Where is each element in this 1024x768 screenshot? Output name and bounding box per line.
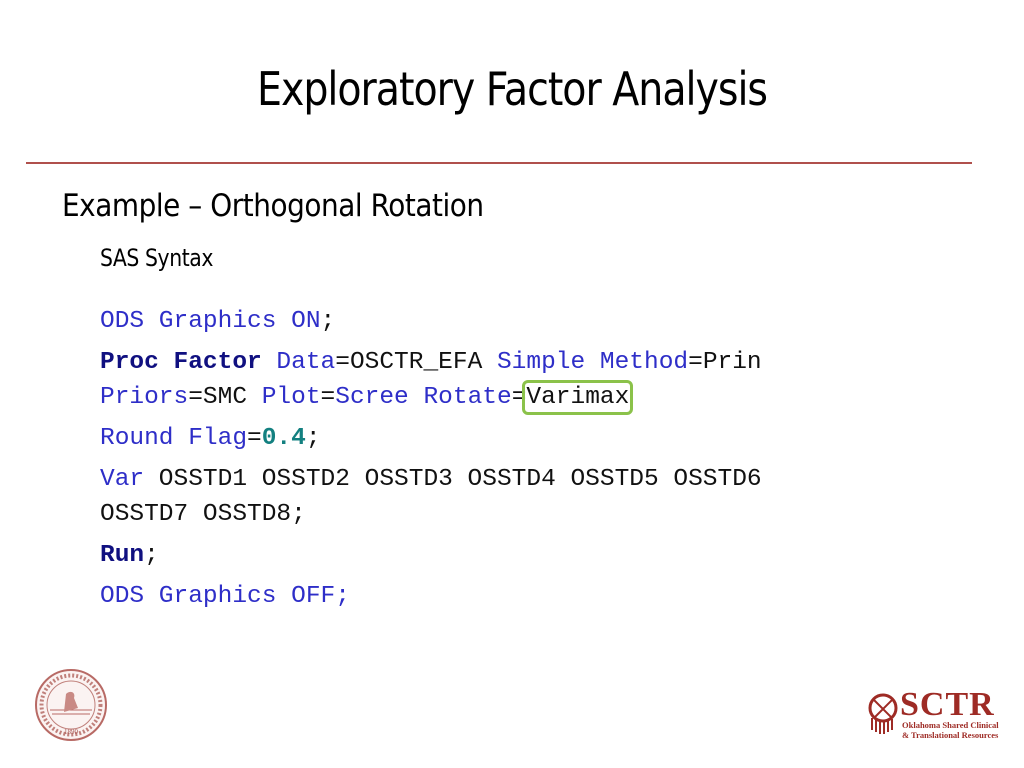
code-line-var-cont: OSSTD7 OSSTD8; (100, 497, 762, 532)
sas-code-block: ODS Graphics ON; Proc Factor Data=OSCTR_… (100, 304, 762, 614)
code-line-run: Run; (100, 538, 762, 573)
highlighted-varimax: Varimax (522, 380, 634, 415)
code-punct: = (511, 384, 527, 411)
code-proc-keyword: Proc Factor (100, 349, 262, 376)
code-line-proc: Proc Factor Data=OSCTR_EFA Simple Method… (100, 345, 762, 380)
sctr-tagline-2: & Translational Resources (902, 730, 999, 740)
code-value: =OSCTR_EFA (335, 349, 497, 376)
code-line-ods-off: ODS Graphics OFF; (100, 579, 762, 614)
code-keyword: ODS Graphics OFF; (100, 583, 350, 610)
code-value: =SMC (188, 384, 262, 411)
code-punct: ; (144, 542, 159, 569)
code-keyword: Var (100, 466, 145, 493)
university-seal-logo: 1890 (35, 669, 107, 741)
sctr-tagline-1: Oklahoma Shared Clinical (902, 720, 999, 730)
section-heading: Example – Orthogonal Rotation (62, 188, 484, 224)
code-run-keyword: Run (100, 542, 145, 569)
code-punct: ; (305, 425, 321, 452)
code-value: OSSTD7 OSSTD8; (100, 501, 306, 528)
code-punct: = (247, 425, 262, 452)
code-punct: = (320, 384, 336, 411)
slide-title: Exploratory Factor Analysis (256, 62, 768, 116)
code-keyword: Priors (100, 384, 189, 411)
code-line-var: Var OSSTD1 OSSTD2 OSSTD3 OSSTD4 OSSTD5 O… (100, 462, 762, 497)
sctr-wordmark: SCTR (900, 686, 995, 723)
code-keyword: Round Flag (100, 425, 248, 452)
sctr-logo: SCTR Oklahoma Shared Clinical & Translat… (866, 686, 1006, 740)
section-subheading: SAS Syntax (100, 244, 213, 272)
code-keyword: Simple Method (496, 349, 689, 376)
code-line-round: Round Flag=0.4; (100, 421, 762, 456)
seal-year: 1890 (64, 728, 79, 736)
shield-emblem-icon (868, 693, 898, 734)
code-value: OSSTD1 OSSTD2 OSSTD3 OSSTD4 OSSTD5 OSSTD… (144, 466, 762, 493)
code-line-ods-on: ODS Graphics ON; (100, 304, 762, 339)
code-keyword: Scree Rotate (335, 384, 512, 411)
code-keyword: ODS Graphics ON (100, 308, 321, 335)
code-value: =Prin (688, 349, 762, 376)
code-punct: ; (320, 308, 336, 335)
title-divider (26, 162, 972, 164)
code-keyword: Data (261, 349, 336, 376)
code-keyword: Plot (261, 384, 321, 411)
code-line-priors: Priors=SMC Plot=Scree Rotate=Varimax (100, 380, 762, 415)
code-number: 0.4 (261, 425, 306, 452)
